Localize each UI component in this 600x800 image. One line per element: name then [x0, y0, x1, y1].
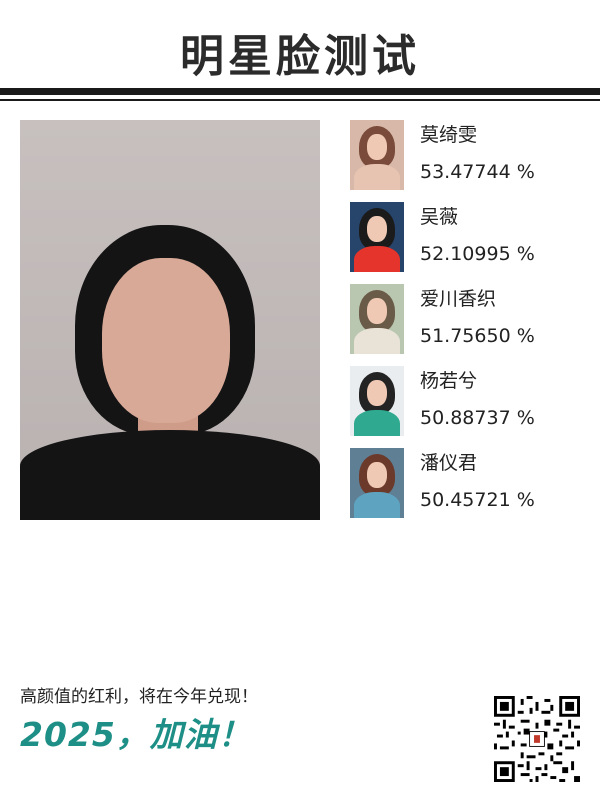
celebrity-thumbnail: [350, 284, 404, 354]
match-item: 爱川香织 51.75650 %: [350, 284, 590, 366]
celebrity-name: 吴薇: [420, 206, 459, 228]
header-divider-thick: [0, 88, 600, 95]
celebrity-thumbnail: [350, 366, 404, 436]
page-title: 明星脸测试: [180, 31, 420, 82]
match-results-list: 莫绮雯 53.47744 % 吴薇 52.10995 % 爱川香织 51.756…: [350, 120, 590, 530]
celebrity-thumbnail: [350, 448, 404, 518]
celebrity-thumbnail: [350, 120, 404, 190]
similarity-score: 52.10995 %: [420, 243, 535, 265]
cheer-text: 2025，加油！: [20, 715, 252, 754]
celebrity-name: 爱川香织: [420, 288, 497, 310]
slogan-text: 高颜值的红利，将在今年兑现！: [20, 687, 258, 707]
celebrity-thumbnail: [350, 202, 404, 272]
similarity-score: 50.88737 %: [420, 407, 535, 429]
qr-code-icon: [494, 696, 580, 782]
similarity-score: 50.45721 %: [420, 489, 535, 511]
celebrity-name: 潘仪君: [420, 452, 478, 474]
match-item: 杨若兮 50.88737 %: [350, 366, 590, 448]
match-item: 潘仪君 50.45721 %: [350, 448, 590, 530]
selfie-photo: [20, 120, 320, 520]
celebrity-name: 杨若兮: [420, 370, 478, 392]
similarity-score: 53.47744 %: [420, 161, 535, 183]
similarity-score: 51.75650 %: [420, 325, 535, 347]
celebrity-name: 莫绮雯: [420, 124, 478, 146]
match-item: 莫绮雯 53.47744 %: [350, 120, 590, 202]
header-divider-thin: [0, 99, 600, 101]
match-item: 吴薇 52.10995 %: [350, 202, 590, 284]
